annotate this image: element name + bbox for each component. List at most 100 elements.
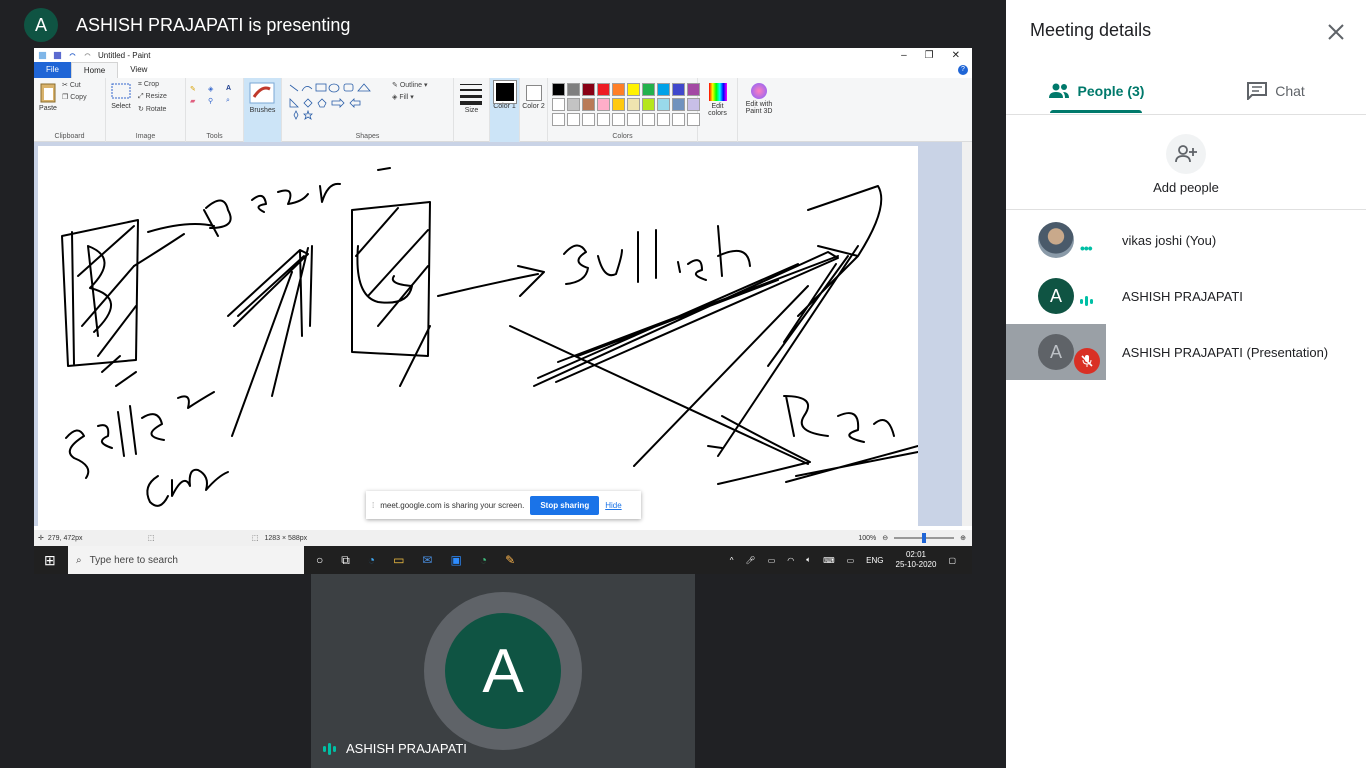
- zoom-app-icon[interactable]: ▣: [450, 553, 461, 568]
- keyboard-icon[interactable]: ⌨: [823, 556, 835, 565]
- paste-button[interactable]: Paste: [38, 81, 58, 112]
- magnifier-icon[interactable]: ⌕: [226, 97, 240, 105]
- color-swatch[interactable]: [642, 98, 655, 111]
- pencil-icon[interactable]: ✎: [190, 85, 204, 93]
- drawing-canvas[interactable]: [38, 146, 918, 526]
- color-swatch[interactable]: [627, 83, 640, 96]
- color1-swatch: [492, 80, 517, 104]
- shapes-gallery-icon[interactable]: [286, 81, 386, 121]
- tab-people[interactable]: People (3): [1006, 70, 1186, 113]
- color-swatch[interactable]: [657, 83, 670, 96]
- text-icon[interactable]: A: [226, 85, 240, 93]
- edit-colors-button[interactable]: Edit colors: [698, 78, 738, 142]
- select-button[interactable]: Select: [110, 81, 132, 113]
- color-swatch[interactable]: [552, 113, 565, 126]
- tab-chat[interactable]: Chat: [1186, 70, 1366, 112]
- vertical-scrollbar[interactable]: [962, 142, 972, 526]
- zoom-in-icon[interactable]: ⊕: [960, 534, 966, 542]
- participant-row[interactable]: ••• vikas joshi (You): [1006, 212, 1366, 268]
- help-icon[interactable]: ?: [958, 65, 968, 75]
- input-language[interactable]: ENG: [866, 556, 883, 565]
- edge-dev-icon[interactable]: ◔: [480, 553, 487, 568]
- tab-view[interactable]: View: [118, 62, 159, 78]
- color-swatch[interactable]: [597, 98, 610, 111]
- tray-chevron-icon[interactable]: ^: [730, 556, 734, 565]
- resize-button[interactable]: ⤢ Resize: [138, 93, 167, 101]
- color-swatch[interactable]: [597, 113, 610, 126]
- cortana-icon[interactable]: ○: [316, 553, 323, 568]
- close-window-icon[interactable]: ✕: [952, 50, 960, 61]
- color-swatch[interactable]: [672, 98, 685, 111]
- minimize-icon[interactable]: –: [901, 50, 907, 61]
- mail-icon[interactable]: ✉: [422, 553, 432, 568]
- fill-dropdown[interactable]: ◈ Fill ▾: [392, 93, 427, 101]
- eraser-icon[interactable]: ▰: [190, 97, 204, 105]
- file-explorer-icon[interactable]: ▭: [393, 553, 404, 568]
- color2-button[interactable]: Color 2: [520, 78, 548, 142]
- participant-row[interactable]: A ASHISH PRAJAPATI (Presentation): [1006, 324, 1366, 380]
- color-swatch[interactable]: [552, 83, 565, 96]
- microphone-icon[interactable]: 🎤︎: [746, 556, 756, 565]
- presenter-bar: A ASHISH PRAJAPATI is presenting: [24, 8, 350, 42]
- color-swatch[interactable]: [567, 113, 580, 126]
- stop-sharing-button[interactable]: Stop sharing: [530, 495, 600, 515]
- color-swatch[interactable]: [567, 83, 580, 96]
- notifications-icon[interactable]: ▢: [948, 556, 956, 565]
- undo-icon[interactable]: [68, 51, 77, 60]
- color-swatch[interactable]: [642, 83, 655, 96]
- tab-file[interactable]: File: [34, 62, 71, 78]
- color1-button[interactable]: Color 1: [490, 78, 520, 142]
- color-swatch[interactable]: [582, 83, 595, 96]
- color-swatch[interactable]: [552, 98, 565, 111]
- color-swatch[interactable]: [612, 83, 625, 96]
- paint-taskbar-icon[interactable]: ✎: [505, 553, 515, 568]
- color-swatch[interactable]: [612, 113, 625, 126]
- volume-icon[interactable]: 🔈︎: [806, 555, 811, 565]
- color-swatch[interactable]: [582, 113, 595, 126]
- color-swatch[interactable]: [672, 83, 685, 96]
- color-swatch[interactable]: [597, 83, 610, 96]
- color-picker-icon[interactable]: ⚲: [208, 97, 222, 105]
- color-swatch[interactable]: [657, 98, 670, 111]
- hide-link[interactable]: Hide: [605, 501, 621, 510]
- paint3d-button[interactable]: Edit with Paint 3D: [738, 78, 780, 142]
- restore-icon[interactable]: ❐: [925, 50, 934, 61]
- windows-start-icon[interactable]: ⊞: [44, 552, 56, 569]
- close-icon[interactable]: [1324, 20, 1348, 44]
- canvas-size: 1283 × 588px: [264, 534, 308, 542]
- redo-icon[interactable]: [83, 51, 92, 60]
- battery-icon[interactable]: ▭: [768, 556, 776, 565]
- zoom-out-icon[interactable]: ⊖: [882, 534, 888, 542]
- copy-button[interactable]: ❐ Copy: [62, 93, 87, 101]
- brushes-button[interactable]: Brushes: [244, 78, 282, 142]
- size-button[interactable]: Size: [454, 78, 490, 142]
- rotate-button[interactable]: ↻ Rotate: [138, 105, 167, 113]
- color-swatch[interactable]: [627, 98, 640, 111]
- color-swatch[interactable]: [672, 113, 685, 126]
- color-swatch[interactable]: [612, 98, 625, 111]
- add-people-button[interactable]: Add people: [1006, 130, 1366, 210]
- network-icon[interactable]: ◠: [787, 556, 794, 565]
- participant-row[interactable]: A ASHISH PRAJAPATI: [1006, 268, 1366, 324]
- fill-icon[interactable]: ◈: [208, 85, 222, 93]
- taskbar-search[interactable]: ⌕ Type here to search: [68, 546, 304, 574]
- color-swatch[interactable]: [582, 98, 595, 111]
- share-notice-text: meet.google.com is sharing your screen.: [380, 500, 525, 510]
- select-icon: [111, 83, 131, 99]
- cut-button[interactable]: ✂ Cut: [62, 81, 87, 89]
- display-icon[interactable]: ▭: [847, 556, 855, 565]
- drag-handle-icon[interactable]: ⁞: [372, 501, 374, 510]
- save-icon[interactable]: [53, 51, 62, 60]
- color-swatch[interactable]: [657, 113, 670, 126]
- outline-dropdown[interactable]: ✎ Outline ▾: [392, 81, 427, 89]
- color-swatch[interactable]: [627, 113, 640, 126]
- edge-icon[interactable]: ◔: [368, 553, 375, 568]
- more-dots-icon: •••: [1080, 240, 1093, 256]
- zoom-slider[interactable]: [894, 533, 955, 543]
- color-swatch[interactable]: [642, 113, 655, 126]
- task-view-icon[interactable]: ⧉: [341, 553, 350, 568]
- color-swatch[interactable]: [567, 98, 580, 111]
- crop-button[interactable]: ⌗ Crop: [138, 81, 167, 89]
- taskbar-clock[interactable]: 02:01 25-10-2020: [896, 550, 937, 570]
- tab-home[interactable]: Home: [70, 62, 119, 78]
